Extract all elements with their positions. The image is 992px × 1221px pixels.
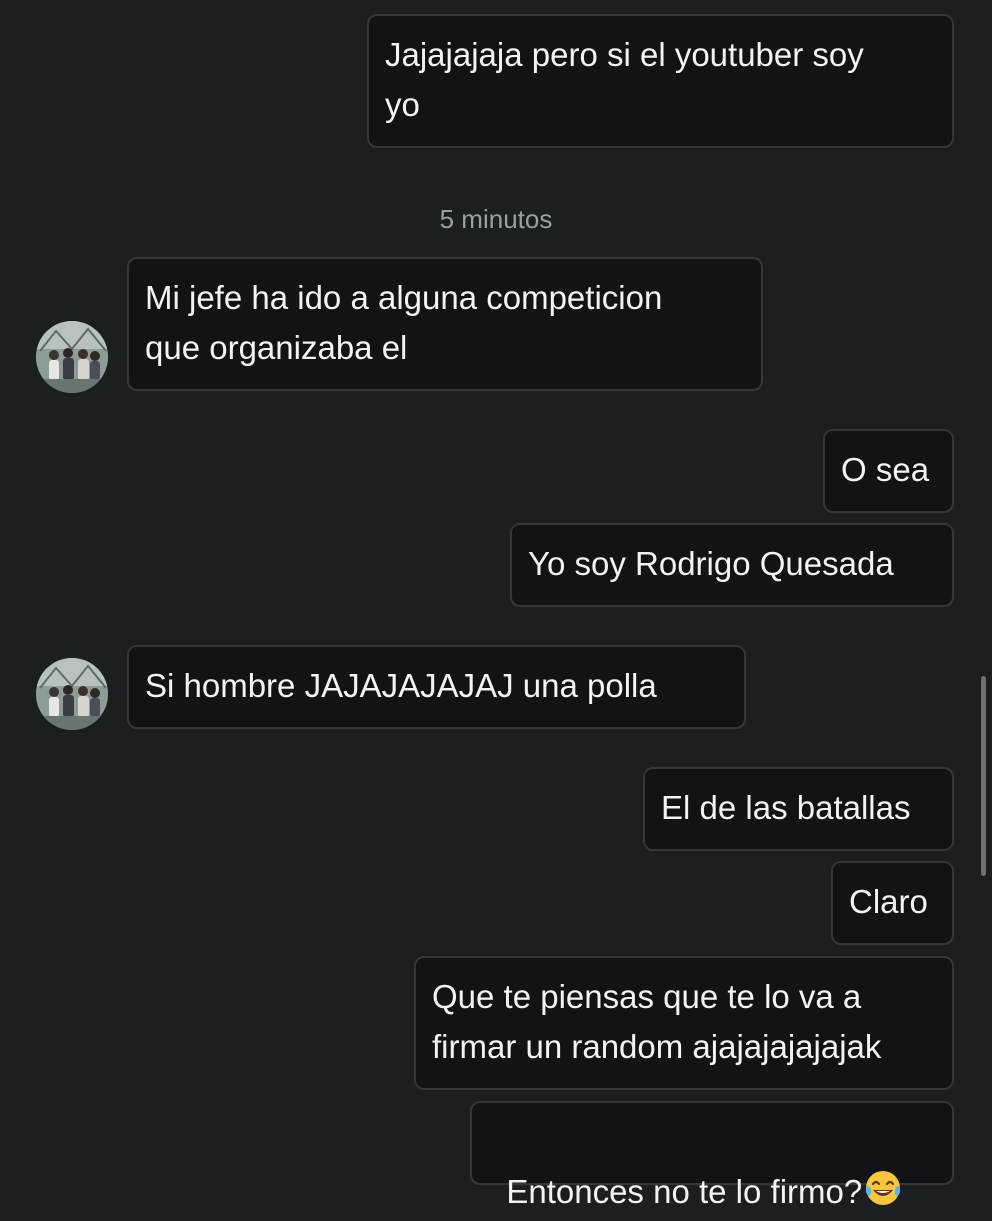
contact-avatar[interactable] [36, 658, 108, 730]
scrollbar-thumb[interactable] [981, 676, 986, 876]
group-photo-icon [36, 658, 108, 730]
message-bubble-received[interactable]: Si hombre JAJAJAJAJAJ una polla [127, 645, 746, 729]
group-photo-icon [36, 321, 108, 393]
message-bubble-received[interactable]: Mi jefe ha ido a alguna competicion que … [127, 257, 763, 391]
message-bubble-sent[interactable]: Yo soy Rodrigo Quesada [510, 523, 954, 607]
message-bubble-sent[interactable]: El de las batallas [643, 767, 954, 851]
message-bubble-sent[interactable]: Jajajajaja pero si el youtuber soy yo [367, 14, 954, 148]
message-bubble-sent[interactable]: Que te piensas que te lo va a firmar un … [414, 956, 954, 1090]
contact-avatar[interactable] [36, 321, 108, 393]
timestamp-separator: 5 minutos [439, 204, 553, 234]
message-bubble-sent[interactable]: Entonces no te lo firmo? [470, 1101, 954, 1210]
message-bubble-sent[interactable]: Claro [831, 861, 954, 945]
message-text: Entonces no te lo firmo? [506, 1173, 863, 1210]
face-with-tears-of-joy-icon [864, 1169, 902, 1221]
message-bubble-sent[interactable]: O sea [823, 429, 954, 513]
